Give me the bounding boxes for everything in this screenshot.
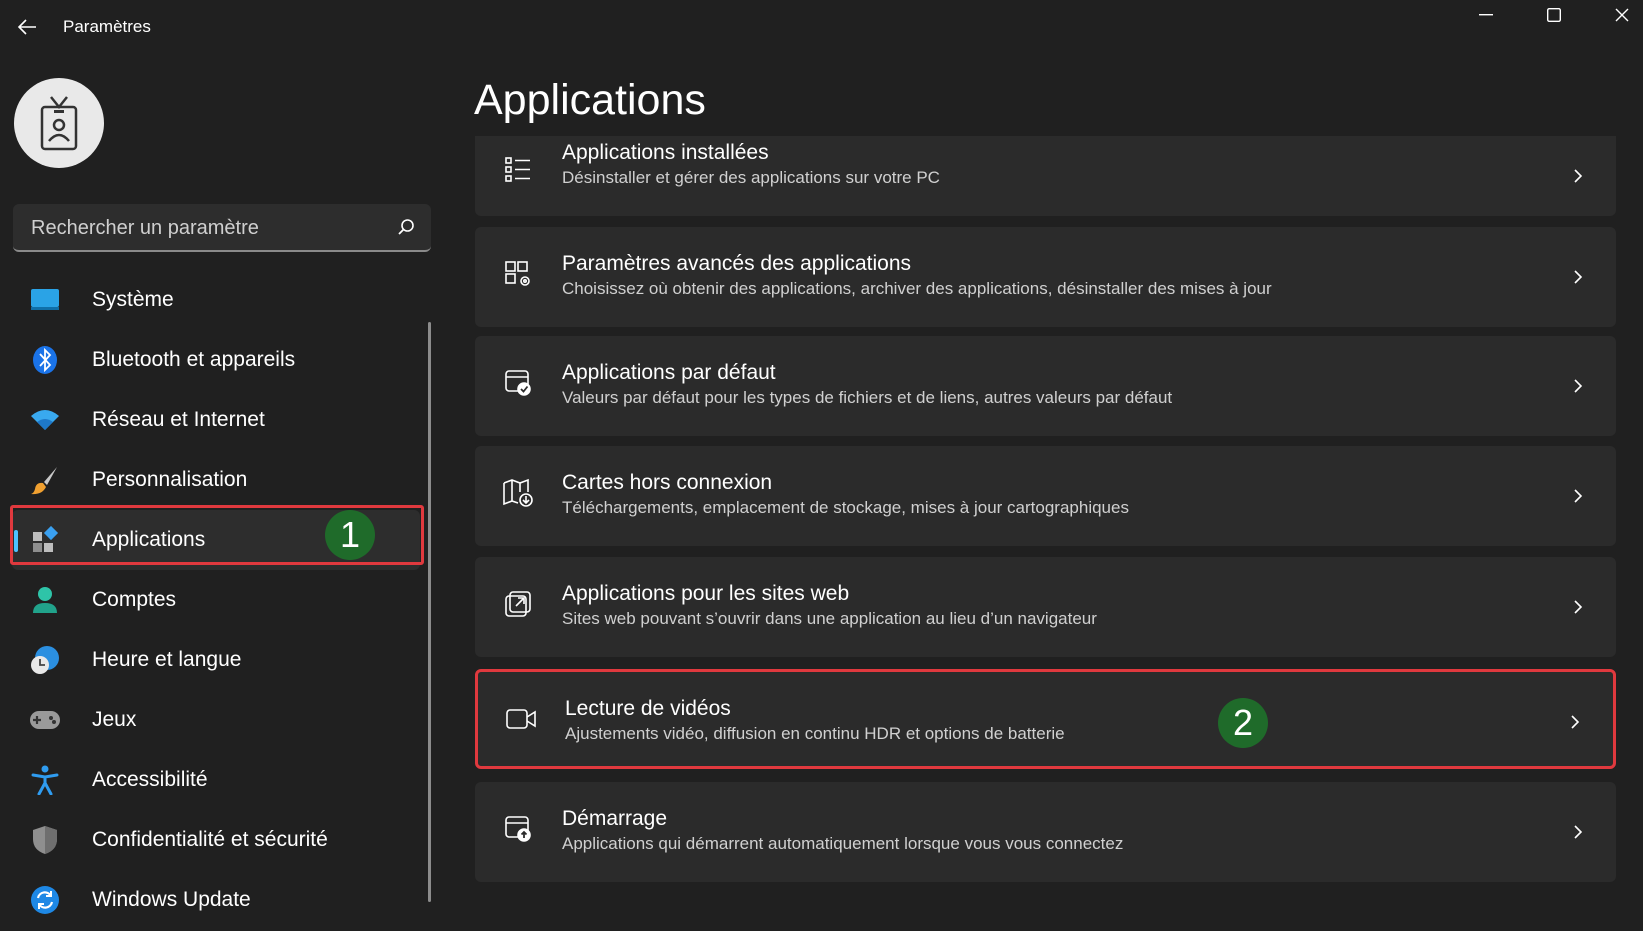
account-icon <box>28 583 62 617</box>
back-arrow-icon <box>17 19 36 35</box>
sidebar-item-label: Accessibilité <box>92 768 208 791</box>
shield-icon <box>28 823 62 857</box>
card-installed-apps[interactable]: Applications installées Désinstaller et g… <box>475 136 1616 216</box>
chevron-right-icon <box>1568 267 1588 287</box>
paintbrush-icon <box>28 463 62 497</box>
search-icon <box>398 219 414 235</box>
gamepad-icon <box>28 703 62 737</box>
bluetooth-icon <box>28 343 62 377</box>
sidebar-item-gaming[interactable]: Jeux <box>12 690 420 750</box>
card-title: Applications installées <box>562 141 769 164</box>
card-subtitle: Téléchargements, emplacement de stockage… <box>562 498 1129 517</box>
sidebar-item-system[interactable]: Système <box>12 270 420 330</box>
sidebar-nav: Système Bluetooth et appareils Réseau et… <box>12 270 420 930</box>
sidebar-item-time-language[interactable]: Heure et langue <box>12 630 420 690</box>
sidebar-item-label: Windows Update <box>92 888 251 911</box>
card-subtitle: Choisissez où obtenir des applications, … <box>562 279 1272 298</box>
sidebar-item-bluetooth[interactable]: Bluetooth et appareils <box>12 330 420 390</box>
sidebar-item-label: Système <box>92 288 174 311</box>
sidebar-item-privacy[interactable]: Confidentialité et sécurité <box>12 810 420 870</box>
sidebar-item-accessibility[interactable]: Accessibilité <box>12 750 420 810</box>
clock-globe-icon <box>28 643 62 677</box>
card-subtitle: Ajustements vidéo, diffusion en continu … <box>565 724 1065 743</box>
chevron-right-icon <box>1568 597 1588 617</box>
update-icon <box>28 883 62 917</box>
close-button[interactable] <box>1587 0 1643 30</box>
back-button[interactable] <box>10 10 44 44</box>
sidebar-item-label: Réseau et Internet <box>92 408 265 431</box>
card-default-apps[interactable]: Applications par défaut Valeurs par défau… <box>475 336 1616 436</box>
card-subtitle: Sites web pouvant s’ouvrir dans une appl… <box>562 609 1097 628</box>
card-subtitle: Valeurs par défaut pour les types de fic… <box>562 388 1173 407</box>
close-icon <box>1615 8 1629 22</box>
card-advanced-app-settings[interactable]: Paramètres avancés des applications Chois… <box>475 227 1616 327</box>
sidebar-item-label: Comptes <box>92 588 177 611</box>
sidebar-item-label: Applications <box>92 528 206 551</box>
sidebar-item-network[interactable]: Réseau et Internet <box>12 390 420 450</box>
card-title: Applications par défaut <box>562 361 776 384</box>
search-box[interactable] <box>13 204 431 252</box>
sidebar-item-label: Heure et langue <box>92 648 242 671</box>
startup-icon <box>501 812 535 846</box>
card-title: Démarrage <box>562 807 668 830</box>
default-apps-icon <box>501 366 535 400</box>
card-title: Lecture de vidéos <box>565 697 731 720</box>
card-subtitle: Applications qui démarrent automatiqueme… <box>562 834 1124 853</box>
chevron-right-icon <box>1568 166 1588 186</box>
sidebar-item-label: Jeux <box>92 708 137 731</box>
map-download-icon <box>501 476 535 510</box>
page-title: Applications <box>474 76 706 124</box>
card-video-playback[interactable]: Lecture de vidéos Ajustements vidéo, diff… <box>475 669 1616 769</box>
wifi-icon <box>28 403 62 437</box>
chevron-right-icon <box>1568 822 1588 842</box>
sidebar-item-accounts[interactable]: Comptes <box>12 570 420 630</box>
title-bar: Paramètres <box>0 0 1643 56</box>
card-startup[interactable]: Démarrage Applications qui démarrent auto… <box>475 782 1616 882</box>
card-offline-maps[interactable]: Cartes hors connexion Téléchargements, em… <box>475 446 1616 546</box>
step-badge-1: 1 <box>325 510 375 560</box>
app-title: Paramètres <box>63 17 151 36</box>
chevron-right-icon <box>1565 712 1585 732</box>
sidebar-item-label: Personnalisation <box>92 468 248 491</box>
sidebar-item-label: Bluetooth et appareils <box>92 348 296 371</box>
video-camera-icon <box>504 702 538 736</box>
card-title: Paramètres avancés des applications <box>562 252 912 275</box>
card-apps-for-websites[interactable]: Applications pour les sites web Sites web… <box>475 557 1616 657</box>
card-title: Cartes hors connexion <box>562 471 773 494</box>
system-icon <box>28 283 62 317</box>
card-title: Applications pour les sites web <box>562 582 850 605</box>
sidebar-item-personalization[interactable]: Personnalisation <box>12 450 420 510</box>
sidebar-item-windows-update[interactable]: Windows Update <box>12 870 420 930</box>
open-external-icon <box>501 587 535 621</box>
maximize-button[interactable] <box>1519 0 1589 30</box>
accessibility-icon <box>28 763 62 797</box>
sidebar-item-label: Confidentialité et sécurité <box>92 828 328 851</box>
minimize-icon <box>1479 14 1493 16</box>
apps-icon <box>28 523 62 557</box>
minimize-button[interactable] <box>1451 0 1521 30</box>
maximize-icon <box>1547 8 1561 22</box>
step-badge-2: 2 <box>1218 698 1268 748</box>
search-input[interactable] <box>29 204 383 252</box>
chevron-right-icon <box>1568 376 1588 396</box>
list-icon <box>501 152 535 186</box>
sidebar-scrollbar[interactable] <box>428 322 431 902</box>
badge-id-icon <box>40 96 78 151</box>
apps-gear-icon <box>501 257 535 291</box>
chevron-right-icon <box>1568 486 1588 506</box>
card-subtitle: Désinstaller et gérer des applications s… <box>562 168 940 187</box>
avatar[interactable] <box>14 78 104 168</box>
